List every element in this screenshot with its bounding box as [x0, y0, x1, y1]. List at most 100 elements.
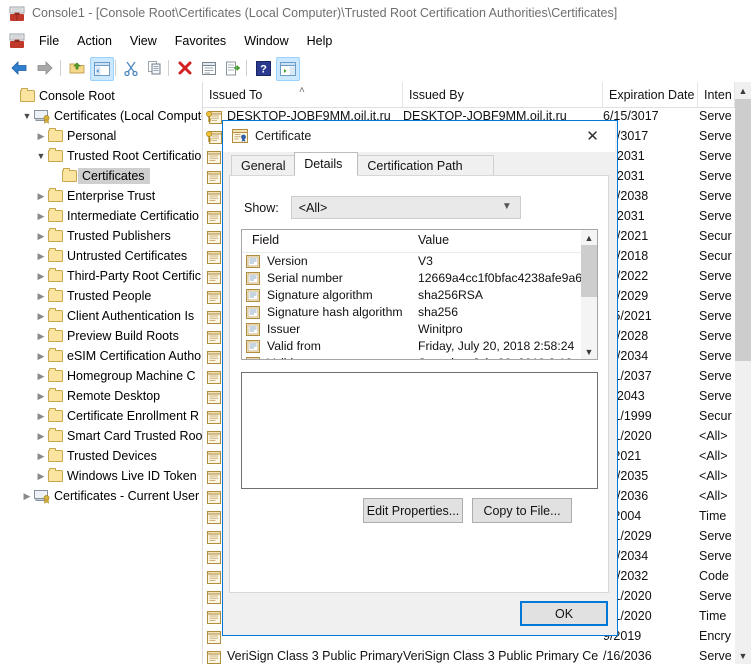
certificate-field-row[interactable]: Signature hash algorithmsha256 — [242, 304, 597, 321]
help-button[interactable]: ? — [252, 57, 274, 79]
chevron-right-icon[interactable]: ▶ — [34, 246, 48, 266]
fields-scroll-down-button[interactable]: ▼ — [581, 344, 597, 359]
cell-intended-purposes: Serve — [699, 149, 735, 163]
menu-item-window[interactable]: Window — [235, 31, 297, 51]
folder-icon — [48, 430, 64, 443]
tab-general[interactable]: General — [231, 155, 295, 176]
certificate-field-row[interactable]: VersionV3 — [242, 253, 597, 270]
folder-icon — [48, 310, 64, 323]
menu-item-favorites[interactable]: Favorites — [166, 31, 235, 51]
export-button[interactable] — [222, 57, 244, 79]
tree-item-trusted-root-certificatio[interactable]: ▼Trusted Root Certificatio — [0, 146, 202, 166]
certificate-field-icon — [246, 272, 260, 285]
certificate-field-row[interactable]: Serial number12669a4cc1f0bfac4238afe9a6.… — [242, 270, 597, 287]
back-button[interactable] — [8, 57, 30, 79]
menu-item-file[interactable]: File — [30, 31, 68, 51]
menu-item-action[interactable]: Action — [68, 31, 121, 51]
chevron-down-icon[interactable]: ▼ — [34, 146, 48, 166]
tree-item-windows-live-id-token[interactable]: ▶Windows Live ID Token — [0, 466, 202, 486]
certificate-field-row[interactable]: IssuerWinitpro — [242, 321, 597, 338]
chevron-right-icon[interactable]: ▶ — [34, 306, 48, 326]
cell-intended-purposes: Serve — [699, 369, 735, 383]
close-icon[interactable]: ✕ — [570, 121, 615, 151]
tree-item-trusted-publishers[interactable]: ▶Trusted Publishers — [0, 226, 202, 246]
chevron-right-icon[interactable]: ▶ — [20, 486, 34, 506]
cut-button[interactable] — [120, 57, 142, 79]
tree-item-console-root[interactable]: Console Root — [0, 86, 202, 106]
table-row[interactable]: VeriSign Class 3 Public Primary IIIVeriS… — [203, 647, 735, 664]
scroll-down-button[interactable]: ▼ — [735, 647, 751, 664]
certificate-field-row[interactable]: Valid toSaturday, July 20, 2019 3:18:... — [242, 355, 597, 360]
column-header-issued-by[interactable]: Issued By — [403, 82, 603, 107]
fields-scrollbar-thumb[interactable] — [581, 245, 597, 297]
properties-button[interactable] — [198, 57, 220, 79]
chevron-right-icon[interactable]: ▶ — [34, 266, 48, 286]
chevron-right-icon[interactable]: ▶ — [34, 426, 48, 446]
console-tree-pane: Console Root▼Certificates (Local Compute… — [0, 82, 203, 664]
tree-item-intermediate-certificatio[interactable]: ▶Intermediate Certificatio — [0, 206, 202, 226]
tree-item-client-authentication-is[interactable]: ▶Client Authentication Is — [0, 306, 202, 326]
tree-item-trusted-devices[interactable]: ▶Trusted Devices — [0, 446, 202, 466]
chevron-down-icon[interactable]: ▼ — [20, 106, 34, 126]
chevron-right-icon[interactable]: ▶ — [34, 186, 48, 206]
scroll-up-button[interactable]: ▲ — [735, 82, 751, 99]
cell-intended-purposes: Serve — [699, 129, 735, 143]
tree-item-enterprise-trust[interactable]: ▶Enterprise Trust — [0, 186, 202, 206]
tree-item-homegroup-machine-c[interactable]: ▶Homegroup Machine C — [0, 366, 202, 386]
edit-properties-button[interactable]: Edit Properties... — [363, 498, 463, 523]
menu-item-help[interactable]: Help — [298, 31, 342, 51]
tree-item-trusted-people[interactable]: ▶Trusted People — [0, 286, 202, 306]
ok-button[interactable]: OK — [520, 601, 608, 626]
copy-to-file-button[interactable]: Copy to File... — [472, 498, 572, 523]
certificate-field-row[interactable]: Signature algorithmsha256RSA — [242, 287, 597, 304]
chevron-right-icon[interactable]: ▶ — [34, 226, 48, 246]
tree-item-certificates-local-computer[interactable]: ▼Certificates (Local Computer — [0, 106, 202, 126]
delete-button[interactable] — [174, 57, 196, 79]
chevron-right-icon[interactable]: ▶ — [34, 126, 48, 146]
certificate-field-name: Version — [267, 254, 308, 268]
column-header-expiration-date[interactable]: Expiration Date — [603, 82, 698, 107]
tree-item-esim-certification-autho[interactable]: ▶eSIM Certification Autho — [0, 346, 202, 366]
chevron-right-icon[interactable]: ▶ — [34, 346, 48, 366]
tree-item-personal[interactable]: ▶Personal — [0, 126, 202, 146]
up-one-level-button[interactable] — [66, 57, 88, 79]
tree-item-preview-build-roots[interactable]: ▶ Preview Build Roots — [0, 326, 202, 346]
show-action-pane-button[interactable] — [276, 57, 300, 81]
list-scrollbar[interactable]: ▲ ▼ — [735, 82, 751, 664]
chevron-right-icon[interactable]: ▶ — [34, 286, 48, 306]
tree-item-remote-desktop[interactable]: ▶Remote Desktop — [0, 386, 202, 406]
show-dropdown[interactable]: <All> ▼ — [291, 196, 521, 219]
certificate-field-row[interactable]: Valid fromFriday, July 20, 2018 2:58:24 — [242, 338, 597, 355]
chevron-right-icon[interactable]: ▶ — [34, 206, 48, 226]
fields-scroll-up-button[interactable]: ▲ — [581, 230, 597, 245]
chevron-right-icon[interactable]: ▶ — [34, 326, 48, 346]
chevron-right-icon[interactable]: ▶ — [34, 386, 48, 406]
tree-item-untrusted-certificates[interactable]: ▶Untrusted Certificates — [0, 246, 202, 266]
tree-item-third-party-root-certific[interactable]: ▶Third-Party Root Certific — [0, 266, 202, 286]
forward-button[interactable] — [34, 57, 56, 79]
tree-item-smart-card-trusted-roo[interactable]: ▶Smart Card Trusted Roo — [0, 426, 202, 446]
tree-item-certificate-enrollment-r[interactable]: ▶ Certificate Enrollment R — [0, 406, 202, 426]
tree-item-certificates-current-user[interactable]: ▶Certificates - Current User — [0, 486, 202, 506]
chevron-right-icon[interactable]: ▶ — [34, 466, 48, 486]
tab-certification-path[interactable]: Certification Path — [357, 155, 494, 176]
chevron-right-icon[interactable]: ▶ — [34, 446, 48, 466]
folder-icon — [48, 350, 64, 363]
column-header-inten[interactable]: Inten — [698, 82, 735, 107]
certificate-fields-list[interactable]: Field Value VersionV3Serial number12669a… — [241, 229, 598, 360]
show-hide-console-tree-button[interactable] — [90, 57, 114, 81]
copy-button[interactable] — [144, 57, 166, 79]
menu-item-view[interactable]: View — [121, 31, 166, 51]
chevron-right-icon[interactable]: ▶ — [34, 366, 48, 386]
scrollbar-thumb[interactable] — [735, 99, 751, 361]
tree-spacer — [48, 166, 62, 186]
tree-item-certificates[interactable]: Certificates — [0, 166, 202, 186]
cell-intended-purposes: Serve — [699, 649, 735, 663]
cell-issued-by: VeriSign Class 3 Public Primary Certi — [403, 649, 599, 663]
tab-details[interactable]: Details — [294, 152, 358, 176]
fields-list-scrollbar[interactable]: ▲ ▼ — [581, 230, 597, 359]
field-value-textbox[interactable] — [241, 372, 598, 489]
chevron-right-icon[interactable]: ▶ — [34, 406, 48, 426]
tree-item-label: Certificate Enrollment R — [64, 409, 199, 423]
tree-item-label: Preview Build Roots — [64, 329, 179, 343]
